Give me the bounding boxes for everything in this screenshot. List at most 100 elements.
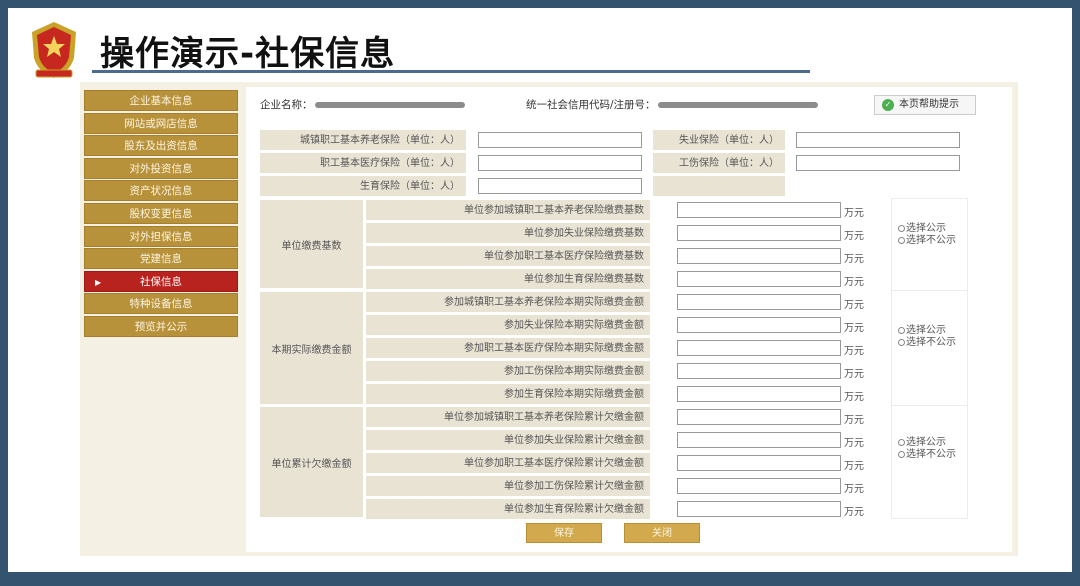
amount-input[interactable] [677,271,841,287]
amount-input[interactable] [677,225,841,241]
save-button[interactable]: 保存 [526,523,602,543]
sidebar-item-website[interactable]: 网站或网店信息 [84,112,238,134]
row-label: 单位参加城镇职工基本养老保险累计欠缴金额 [365,406,651,428]
radio-icon [898,224,905,232]
unit-label: 万元 [844,369,864,380]
sidebar-item-investment[interactable]: 对外投资信息 [84,157,238,179]
unit-label: 万元 [844,507,864,518]
unit-label: 万元 [844,254,864,265]
unit-label: 万元 [844,461,864,472]
unit-label: 万元 [844,300,864,311]
active-arrow-icon: ▶ [95,277,102,287]
amount-input[interactable] [677,455,841,471]
row-label: 单位参加工伤保险累计欠缴金额 [365,475,651,497]
amount-input[interactable] [677,478,841,494]
divider [891,198,892,518]
sidebar: 企业基本信息 网站或网店信息 股东及出资信息 对外投资信息 资产状况信息 股权变… [84,90,238,339]
group-label-actual: 本期实际缴费金额 [259,291,364,405]
row-label: 单位参加生育保险累计欠缴金额 [365,498,651,520]
help-button[interactable]: ✓ 本页帮助提示 [874,95,976,115]
amount-input[interactable] [677,317,841,333]
row-label: 单位参加失业保险累计欠缴金额 [365,429,651,451]
sidebar-item-party[interactable]: 党建信息 [84,248,238,270]
divider [891,290,968,291]
unit-label: 万元 [844,231,864,242]
radio-private[interactable]: 选择不公示 [898,235,968,247]
credit-code: 统一社会信用代码/注册号： [526,97,818,112]
empty-cell [652,175,786,197]
row-label: 参加工伤保险本期实际缴费金额 [365,360,651,382]
redacted-value [314,102,465,108]
row-label: 单位参加生育保险缴费基数 [365,268,651,290]
radio-private[interactable]: 选择不公示 [898,449,968,461]
row-label: 单位参加失业保险缴费基数 [365,222,651,244]
amount-input[interactable] [677,386,841,402]
publicity-radio-group: 选择公示 选择不公示 [898,325,968,349]
radio-icon [898,438,905,446]
row-label: 参加失业保险本期实际缴费金额 [365,314,651,336]
row-label: 参加职工基本医疗保险本期实际缴费金额 [365,337,651,359]
radio-private[interactable]: 选择不公示 [898,337,968,349]
unit-label: 万元 [844,415,864,426]
redacted-value [657,102,818,108]
sidebar-item-special-equipment[interactable]: 特种设备信息 [84,293,238,315]
unemployment-count-label: 失业保险（单位：人） [652,129,786,151]
injury-count-label: 工伤保险（单位：人） [652,152,786,174]
sidebar-item-basic[interactable]: 企业基本信息 [84,90,238,111]
medical-count-input[interactable] [478,155,642,171]
amount-input[interactable] [677,248,841,264]
row-label: 单位参加职工基本医疗保险累计欠缴金额 [365,452,651,474]
publicity-radio-group: 选择公示 选择不公示 [898,223,968,247]
unit-label: 万元 [844,392,864,403]
unit-label: 万元 [844,346,864,357]
radio-public[interactable]: 选择公示 [898,437,968,449]
unit-label: 万元 [844,277,864,288]
sidebar-item-social-security[interactable]: ▶ 社保信息 [84,270,238,292]
amount-input[interactable] [677,202,841,218]
sidebar-item-assets[interactable]: 资产状况信息 [84,180,238,202]
company-name: 企业名称： [260,97,465,112]
injury-count-input[interactable] [796,155,960,171]
amount-input[interactable] [677,432,841,448]
amount-input[interactable] [677,409,841,425]
amount-input[interactable] [677,363,841,379]
divider [891,405,968,406]
amount-input[interactable] [677,294,841,310]
sidebar-item-equity-change[interactable]: 股权变更信息 [84,202,238,224]
unit-label: 万元 [844,323,864,334]
pension-count-input[interactable] [478,132,642,148]
radio-icon [898,236,905,244]
row-label: 参加生育保险本期实际缴费金额 [365,383,651,405]
row-label: 单位参加职工基本医疗保险缴费基数 [365,245,651,267]
page-title: 操作演示-社保信息 [100,34,396,74]
help-icon: ✓ [882,99,894,111]
app-window: 企业基本信息 网站或网店信息 股东及出资信息 对外投资信息 资产状况信息 股权变… [80,82,1018,556]
unit-label: 万元 [844,438,864,449]
sidebar-item-shareholders[interactable]: 股东及出资信息 [84,135,238,157]
amount-input[interactable] [677,340,841,356]
unit-label: 万元 [844,208,864,219]
amount-input[interactable] [677,501,841,517]
radio-public[interactable]: 选择公示 [898,223,968,235]
radio-icon [898,450,905,458]
maternity-count-label: 生育保险（单位：人） [259,175,467,197]
publicity-radio-group: 选择公示 选择不公示 [898,437,968,461]
unit-label: 万元 [844,484,864,495]
sidebar-item-guarantee[interactable]: 对外担保信息 [84,225,238,247]
procuratorate-emblem-icon [32,22,76,78]
slide: 操作演示-社保信息 企业基本信息 网站或网店信息 股东及出资信息 对外投资信息 … [8,8,1072,572]
medical-count-label: 职工基本医疗保险（单位：人） [259,152,467,174]
divider [891,198,968,199]
pension-count-label: 城镇职工基本养老保险（单位：人） [259,129,467,151]
divider [891,518,968,519]
group-label-arrears: 单位累计欠缴金额 [259,406,364,518]
radio-public[interactable]: 选择公示 [898,325,968,337]
row-label: 单位参加城镇职工基本养老保险缴费基数 [365,199,651,221]
radio-icon [898,326,905,334]
maternity-count-input[interactable] [478,178,642,194]
unemployment-count-input[interactable] [796,132,960,148]
close-button[interactable]: 关闭 [624,523,700,543]
sidebar-item-preview[interactable]: 预览并公示 [84,315,238,337]
title-underline [92,70,810,73]
group-label-base: 单位缴费基数 [259,199,364,289]
